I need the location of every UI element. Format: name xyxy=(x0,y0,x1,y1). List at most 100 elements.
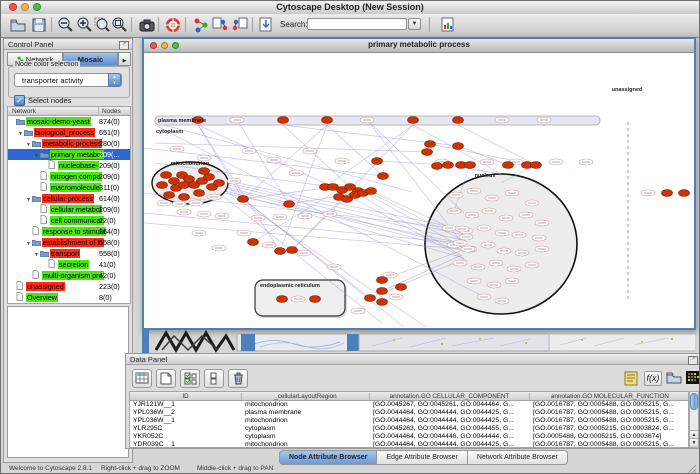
graph-node-selected[interactable] xyxy=(322,117,333,124)
graph-node-selected[interactable] xyxy=(278,117,289,124)
select-nodes-checkbox[interactable]: ✓ xyxy=(14,95,25,106)
graph-node-selected[interactable] xyxy=(199,168,210,175)
float-panel-icon[interactable]: ↗ xyxy=(688,356,698,365)
tree-row[interactable]: cell communicat22(0) xyxy=(8,215,130,226)
graph-node-selected[interactable] xyxy=(179,182,190,189)
search-input[interactable] xyxy=(307,18,407,30)
tree-row[interactable]: nitrogen compo209(0) xyxy=(8,171,130,182)
graph-node-selected[interactable] xyxy=(194,190,205,197)
heatmap-icon[interactable] xyxy=(686,371,700,387)
graph-node-selected[interactable] xyxy=(238,196,249,203)
unselect-attributes-icon[interactable] xyxy=(204,369,224,388)
col-id[interactable]: ID xyxy=(130,393,242,400)
tree-row[interactable]: ▼cellular process614(0) xyxy=(8,193,130,204)
attribute-table-icon[interactable] xyxy=(132,369,152,388)
graph-node-selected[interactable] xyxy=(366,188,377,195)
zoom-selected-icon[interactable] xyxy=(93,16,111,34)
graph-node-selected[interactable] xyxy=(408,117,419,124)
tree-row[interactable]: unassigned223(0) xyxy=(8,281,130,292)
scrollbar-thumb[interactable] xyxy=(690,393,698,410)
tree-row[interactable]: response to stimulu264(0) xyxy=(8,226,130,237)
table-row[interactable]: YKR052Ccytoplasm[GO:0044464, GO:0044446,… xyxy=(130,433,688,441)
table-row[interactable]: YPL036W__1mitochondrion[GO:0044464, GO:0… xyxy=(130,417,688,425)
select-attributes-icon[interactable] xyxy=(180,369,200,388)
graph-node-selected[interactable] xyxy=(378,173,389,180)
graph-node-selected[interactable] xyxy=(377,299,388,306)
graph-node-selected[interactable] xyxy=(157,182,168,189)
tree-row[interactable]: Overview8(0) xyxy=(8,292,130,303)
birdseye-view[interactable] xyxy=(7,306,129,458)
graph-node-selected[interactable] xyxy=(169,178,180,185)
graph-node-selected[interactable] xyxy=(377,277,388,284)
tree-row[interactable]: nucleobase-209(0) xyxy=(8,160,130,171)
col-cellular-component[interactable]: annotation.GO CELLULAR_COMPONENT xyxy=(370,393,530,400)
tree-row[interactable]: ▼metabolic process280(0) xyxy=(8,138,130,149)
graph-node-selected[interactable] xyxy=(164,192,175,199)
notes-icon[interactable] xyxy=(624,371,640,387)
help-lifesaver-icon[interactable] xyxy=(164,16,182,34)
table-row[interactable]: YLR295Ccytoplasm[GO:0045263, GO:0044464,… xyxy=(130,425,688,433)
graph-node-selected[interactable] xyxy=(465,162,476,169)
delete-attribute-trash-icon[interactable] xyxy=(228,369,248,388)
zoom-fit-icon[interactable] xyxy=(110,16,128,34)
table-row[interactable]: YJR121W__1mitochondrion[GO:0045267, GO:0… xyxy=(130,401,688,409)
zoom-in-icon[interactable] xyxy=(75,16,93,34)
graph-node-selected[interactable] xyxy=(453,143,464,150)
graph-node-selected[interactable] xyxy=(284,201,295,208)
tree-row[interactable]: secretion41(0) xyxy=(8,259,130,270)
tab-edge-attribute-browser[interactable]: Edge Attribute Browser xyxy=(377,450,468,465)
graph-node-selected[interactable] xyxy=(275,248,286,255)
col-molecular-function[interactable]: annotation.GO MOLECULAR_FUNCTION xyxy=(530,393,690,400)
resize-grip[interactable] xyxy=(687,461,697,471)
graph-node-selected[interactable] xyxy=(425,141,436,148)
col-layout-region[interactable]: _cellularLayoutRegion xyxy=(242,393,370,400)
tree-row[interactable]: multi-organism pro42(0) xyxy=(8,270,130,281)
graph-node-selected[interactable] xyxy=(365,295,376,302)
tab-network-attribute-browser[interactable]: Network Attribute Browser xyxy=(468,450,568,465)
search-options-icon[interactable] xyxy=(439,16,457,34)
vizmapper-icon[interactable] xyxy=(192,16,210,34)
table-row[interactable]: YPL036W__2plasma membrane[GO:0044464, GO… xyxy=(130,409,688,417)
graph-node-selected[interactable] xyxy=(377,288,388,295)
graph-node-selected[interactable] xyxy=(679,190,690,197)
open-attributes-icon[interactable] xyxy=(666,371,682,387)
save-icon[interactable] xyxy=(30,16,48,34)
network-canvas[interactable]: plasma membranecytoplasmmitochondrionnuc… xyxy=(144,53,694,329)
table-row[interactable]: YDR039C__1mitochondrion[GO:0044464, GO:0… xyxy=(130,441,688,448)
graph-node-selected[interactable] xyxy=(432,163,443,170)
graph-node-selected[interactable] xyxy=(161,172,172,179)
formula-icon[interactable]: f(x) xyxy=(644,371,662,386)
search-dropdown-button[interactable]: ▼ xyxy=(408,18,421,30)
graph-node-selected[interactable] xyxy=(531,162,542,169)
tree-row[interactable]: ▼biological_process651(0) xyxy=(8,127,130,138)
graph-node-selected[interactable] xyxy=(248,239,259,246)
tree-row[interactable]: macromolecule311(0) xyxy=(8,182,130,193)
graph-node-selected[interactable] xyxy=(503,162,514,169)
zoom-out-icon[interactable] xyxy=(56,16,74,34)
tree-row[interactable]: ▼primary metabol209(... xyxy=(8,149,130,160)
tree-row[interactable]: cellular metabol209(0) xyxy=(8,204,130,215)
tab-node-attribute-browser[interactable]: Node Attribute Browser xyxy=(279,450,377,465)
graph-node-selected[interactable] xyxy=(310,296,321,303)
data-table-scrollbar[interactable]: ▲ ▼ xyxy=(689,391,699,448)
graph-node-selected[interactable] xyxy=(443,162,454,169)
graph-node-selected[interactable] xyxy=(214,180,225,187)
tree-row[interactable]: mosaic-demo-yeast874(0) xyxy=(8,116,130,127)
new-attribute-icon[interactable] xyxy=(156,369,176,388)
color-attribute-select[interactable]: transporter activity ▲▼ xyxy=(14,73,122,87)
annotation-import-icon[interactable] xyxy=(211,16,229,34)
tab-overflow-button[interactable]: ▶ xyxy=(118,52,131,66)
graph-node-selected[interactable] xyxy=(372,158,383,165)
tree-row[interactable]: ▼transport558(0) xyxy=(8,248,130,259)
scroll-down-icon[interactable]: ▼ xyxy=(690,438,698,447)
graph-node-selected[interactable] xyxy=(662,190,673,197)
open-icon[interactable] xyxy=(9,16,27,34)
graph-node-selected[interactable] xyxy=(422,149,433,156)
snapshot-camera-icon[interactable] xyxy=(138,16,156,34)
annotation-export-icon[interactable] xyxy=(231,16,249,34)
graph-node-selected[interactable] xyxy=(277,296,288,303)
graph-node-selected[interactable] xyxy=(179,194,190,201)
graph-node-selected[interactable] xyxy=(287,247,298,254)
float-panel-icon[interactable]: ↗ xyxy=(119,41,129,50)
tree-row[interactable]: ▼establishment of lo558(0) xyxy=(8,237,130,248)
